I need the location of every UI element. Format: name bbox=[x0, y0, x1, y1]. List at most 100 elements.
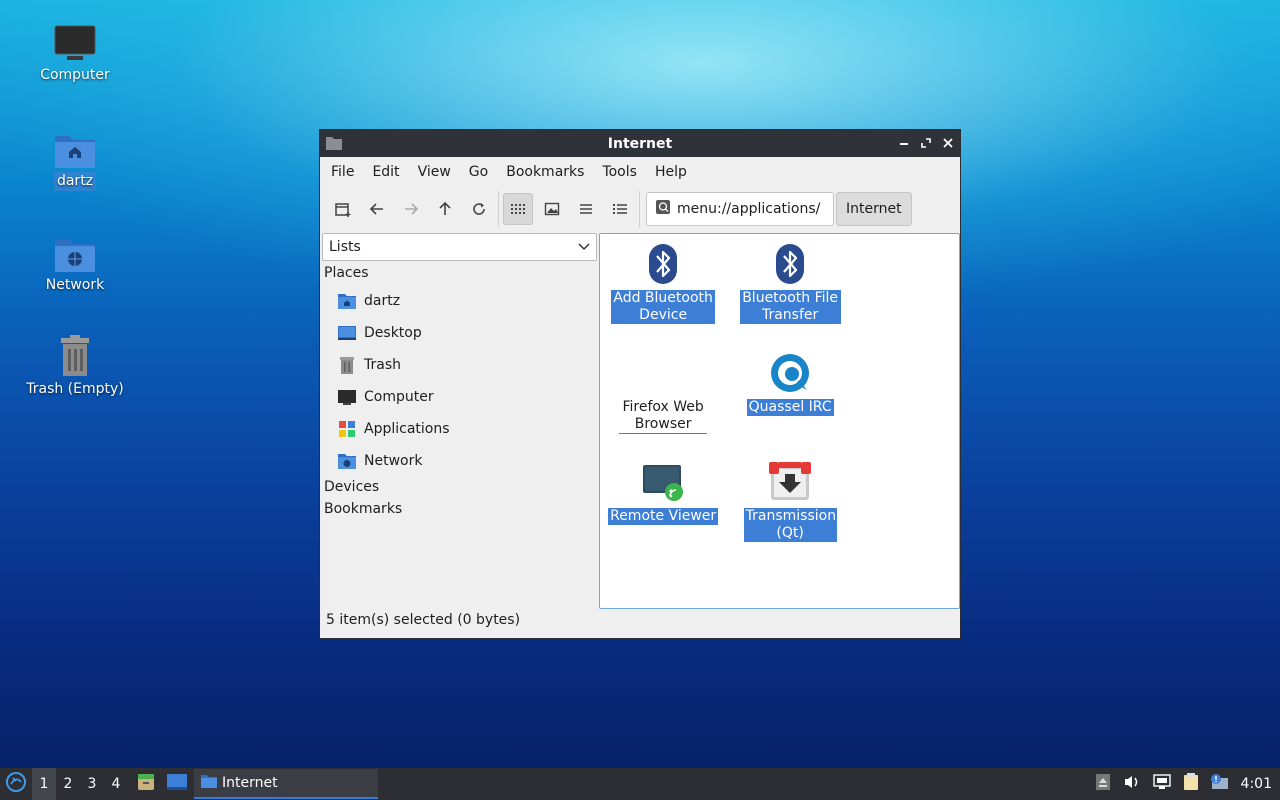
menu-view[interactable]: View bbox=[409, 164, 460, 180]
place-desktop[interactable]: Desktop bbox=[322, 317, 597, 349]
firefox-icon-placeholder bbox=[598, 347, 728, 399]
side-pane-mode-select[interactable]: Lists bbox=[322, 233, 598, 261]
up-button[interactable] bbox=[430, 193, 460, 225]
location-icon bbox=[655, 199, 671, 219]
minimize-button[interactable] bbox=[896, 134, 912, 152]
file-manager-window: Internet File Edit View Go Bookmarks Too… bbox=[319, 129, 961, 639]
place-computer[interactable]: Computer bbox=[322, 381, 597, 413]
side-pane-mode-value: Lists bbox=[329, 239, 361, 255]
workspace-4[interactable]: 4 bbox=[104, 776, 128, 792]
app-remote-viewer[interactable]: Remote Viewer bbox=[598, 456, 728, 525]
folder-icon bbox=[326, 136, 342, 154]
desktop-icon-home[interactable]: dartz bbox=[20, 122, 130, 191]
app-label: Quassel IRC bbox=[746, 399, 834, 416]
toolbar-separator bbox=[498, 191, 499, 227]
app-label: Transmission (Qt) bbox=[743, 508, 837, 542]
back-button[interactable] bbox=[362, 193, 392, 225]
toolbar-separator bbox=[639, 191, 640, 227]
taskbar: 1 2 3 4 Internet 4:01 bbox=[0, 768, 1280, 800]
eject-icon[interactable] bbox=[1095, 773, 1111, 795]
location-bar[interactable]: menu://applications/ bbox=[646, 192, 834, 226]
trash-icon bbox=[20, 330, 130, 378]
system-tray: 4:01 bbox=[1095, 773, 1272, 795]
clipboard-icon[interactable] bbox=[1183, 773, 1199, 795]
bluetooth-icon bbox=[725, 238, 855, 290]
window-titlebar[interactable]: Internet bbox=[320, 130, 960, 157]
volume-icon[interactable] bbox=[1123, 774, 1141, 794]
quicklaunch-file-manager[interactable] bbox=[136, 772, 156, 796]
status-bar: 5 item(s) selected (0 bytes) bbox=[326, 612, 521, 628]
menu-tools[interactable]: Tools bbox=[593, 164, 646, 180]
quicklaunch-show-desktop[interactable] bbox=[166, 773, 188, 795]
desktop-icon-network[interactable]: Network bbox=[20, 226, 130, 295]
new-tab-button[interactable] bbox=[328, 193, 358, 225]
maximize-button[interactable] bbox=[918, 134, 934, 152]
place-network[interactable]: Network bbox=[322, 445, 597, 477]
menu-bar: File Edit View Go Bookmarks Tools Help bbox=[320, 157, 960, 187]
side-pane: Lists Places dartz Desktop Trash Compute… bbox=[320, 233, 598, 609]
workspace-2[interactable]: 2 bbox=[56, 776, 80, 792]
forward-button[interactable] bbox=[396, 193, 426, 225]
places-header[interactable]: Places bbox=[322, 261, 597, 285]
notification-icon[interactable] bbox=[1210, 774, 1229, 794]
place-home[interactable]: dartz bbox=[322, 285, 597, 317]
folder-icon bbox=[200, 773, 218, 793]
app-label: Add Bluetooth Device bbox=[611, 290, 716, 324]
network-folder-icon bbox=[336, 450, 358, 472]
menu-go[interactable]: Go bbox=[460, 164, 497, 180]
remote-viewer-icon bbox=[598, 456, 728, 508]
icon-view[interactable]: Add Bluetooth Device Bluetooth File Tran… bbox=[599, 233, 960, 609]
computer-icon bbox=[20, 16, 130, 64]
place-label: Applications bbox=[364, 421, 450, 437]
app-quassel-irc[interactable]: Quassel IRC bbox=[725, 347, 855, 416]
thumbnail-view-button[interactable] bbox=[537, 193, 567, 225]
bluetooth-icon bbox=[598, 238, 728, 290]
close-button[interactable] bbox=[940, 134, 956, 152]
task-internet[interactable]: Internet bbox=[194, 769, 378, 799]
compact-view-button[interactable] bbox=[571, 193, 601, 225]
network-folder-icon bbox=[20, 226, 130, 274]
network-wired-icon[interactable] bbox=[1152, 774, 1171, 794]
app-transmission-qt[interactable]: Transmission (Qt) bbox=[725, 456, 855, 542]
app-firefox-web-browser[interactable]: Firefox Web Browser bbox=[598, 347, 728, 434]
app-label: Firefox Web Browser bbox=[619, 399, 708, 434]
place-label: Computer bbox=[364, 389, 434, 405]
place-applications[interactable]: Applications bbox=[322, 413, 597, 445]
breadcrumb-internet[interactable]: Internet bbox=[836, 192, 912, 226]
applications-icon bbox=[336, 418, 358, 440]
trash-icon bbox=[336, 354, 358, 376]
desktop-icon-trash[interactable]: Trash (Empty) bbox=[20, 330, 130, 399]
clock[interactable]: 4:01 bbox=[1241, 776, 1272, 792]
detailed-list-view-button[interactable] bbox=[605, 193, 635, 225]
toolbar: menu://applications/ Internet bbox=[320, 187, 960, 231]
place-trash[interactable]: Trash bbox=[322, 349, 597, 381]
menu-bookmarks[interactable]: Bookmarks bbox=[497, 164, 593, 180]
desktop-icon-label: Computer bbox=[40, 67, 110, 83]
file-cabinet-icon bbox=[136, 772, 156, 796]
place-label: Network bbox=[364, 453, 423, 469]
window-title: Internet bbox=[607, 135, 673, 152]
bookmarks-header[interactable]: Bookmarks bbox=[322, 499, 597, 521]
devices-header[interactable]: Devices bbox=[322, 477, 597, 499]
location-text: menu://applications/ bbox=[677, 201, 821, 217]
place-label: dartz bbox=[364, 293, 401, 309]
reload-button[interactable] bbox=[464, 193, 494, 225]
home-folder-icon bbox=[20, 122, 130, 170]
lubuntu-logo-icon bbox=[6, 772, 26, 796]
desktop-icon bbox=[336, 322, 358, 344]
workspace-3[interactable]: 3 bbox=[80, 776, 104, 792]
menu-edit[interactable]: Edit bbox=[363, 164, 408, 180]
place-label: Desktop bbox=[364, 325, 422, 341]
icon-view-button[interactable] bbox=[503, 193, 533, 225]
place-label: Trash bbox=[364, 357, 401, 373]
menu-help[interactable]: Help bbox=[646, 164, 696, 180]
app-add-bluetooth-device[interactable]: Add Bluetooth Device bbox=[598, 238, 728, 324]
start-menu-button[interactable] bbox=[0, 772, 32, 796]
chevron-down-icon bbox=[578, 239, 590, 255]
workspace-1[interactable]: 1 bbox=[32, 768, 56, 800]
app-bluetooth-file-transfer[interactable]: Bluetooth File Transfer bbox=[725, 238, 855, 324]
app-label: Bluetooth File Transfer bbox=[739, 290, 841, 324]
menu-file[interactable]: File bbox=[322, 164, 363, 180]
desktop-icon-label: dartz bbox=[53, 172, 97, 191]
desktop-icon-computer[interactable]: Computer bbox=[20, 16, 130, 85]
